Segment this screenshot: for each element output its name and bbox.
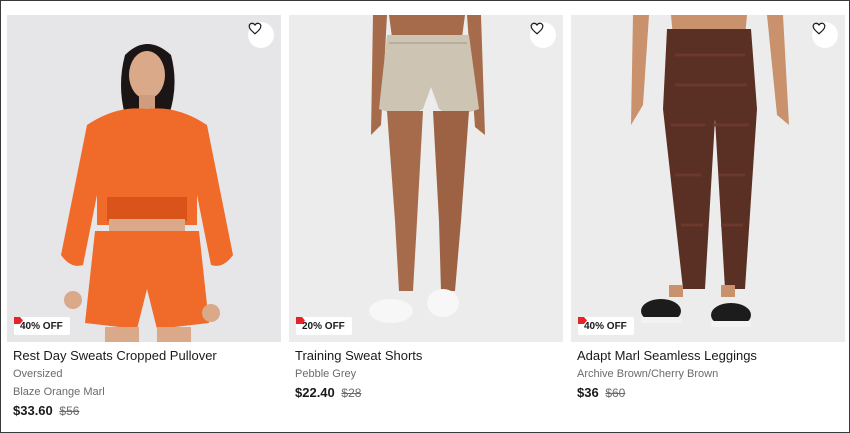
product-price: $22.40 $28	[295, 385, 563, 401]
discount-badge-label: 40% OFF	[584, 320, 627, 332]
product-name[interactable]: Rest Day Sweats Cropped Pullover	[13, 348, 281, 364]
favorite-button[interactable]	[812, 22, 838, 48]
product-name[interactable]: Adapt Marl Seamless Leggings	[577, 348, 845, 364]
heart-outline-icon	[812, 22, 826, 35]
product-image[interactable]: 40% OFF	[571, 15, 845, 342]
product-photo-leggings	[571, 15, 845, 342]
heart-outline-icon	[530, 22, 544, 35]
tag-icon	[14, 317, 23, 324]
product-card[interactable]: 40% OFF Adapt Marl Seamless Leggings Arc…	[571, 15, 845, 401]
original-price: $28	[341, 386, 362, 400]
product-card[interactable]: 20% OFF Training Sweat Shorts Pebble Gre…	[289, 15, 563, 401]
heart-outline-icon	[248, 22, 262, 35]
product-price: $33.60 $56	[13, 403, 281, 419]
tag-icon	[578, 317, 587, 324]
product-image[interactable]: 40% OFF	[7, 15, 281, 342]
favorite-button[interactable]	[248, 22, 274, 48]
product-color: Pebble Grey	[295, 368, 357, 380]
discount-badge-label: 40% OFF	[20, 320, 63, 332]
tag-icon	[296, 317, 305, 324]
sale-price: $36	[577, 385, 599, 400]
sale-price: $22.40	[295, 385, 335, 400]
product-photo-shorts	[289, 15, 563, 342]
product-card[interactable]: 40% OFF Rest Day Sweats Cropped Pullover…	[7, 15, 281, 419]
product-image[interactable]: 20% OFF	[289, 15, 563, 342]
product-color: Blaze Orange Marl	[13, 386, 105, 398]
discount-badge: 40% OFF	[14, 317, 70, 335]
discount-badge: 40% OFF	[578, 317, 634, 335]
product-color: Archive Brown/Cherry Brown	[577, 368, 719, 380]
sale-price: $33.60	[13, 403, 53, 418]
product-name[interactable]: Training Sweat Shorts	[295, 348, 563, 364]
original-price: $60	[605, 386, 626, 400]
original-price: $56	[59, 404, 80, 418]
product-fit: Oversized	[13, 368, 63, 380]
product-grid: 40% OFF Rest Day Sweats Cropped Pullover…	[0, 0, 850, 433]
product-price: $36 $60	[577, 385, 845, 401]
favorite-button[interactable]	[530, 22, 556, 48]
discount-badge: 20% OFF	[296, 317, 352, 335]
product-photo-pullover	[7, 15, 281, 342]
discount-badge-label: 20% OFF	[302, 320, 345, 332]
